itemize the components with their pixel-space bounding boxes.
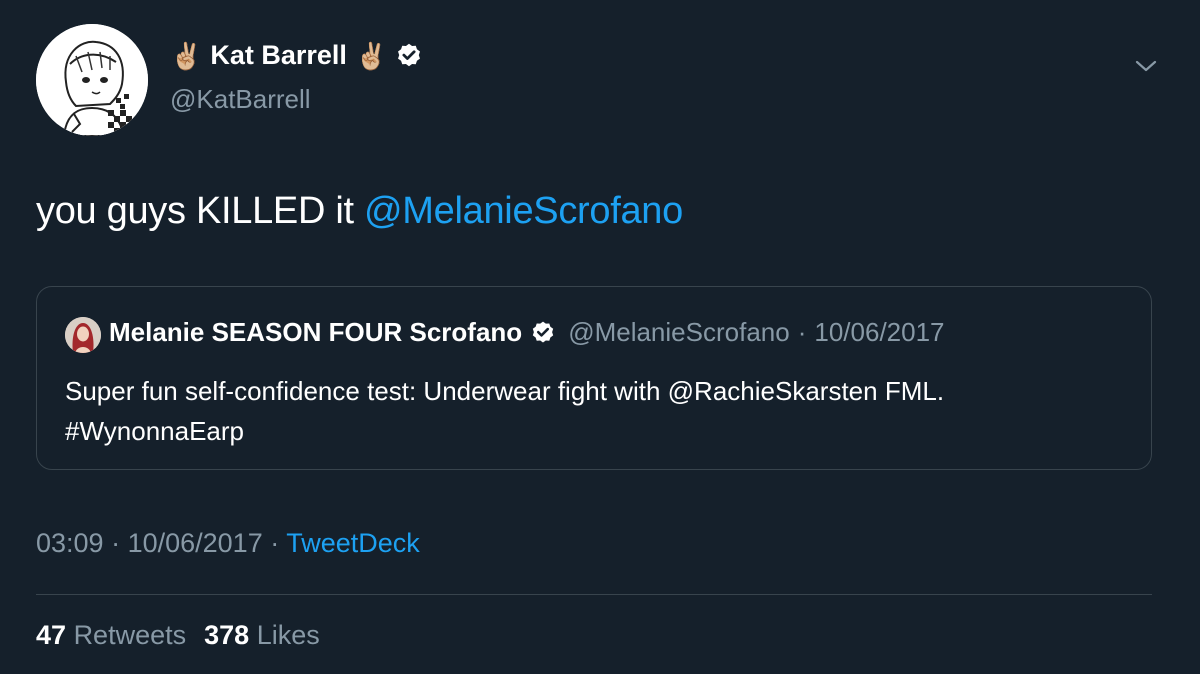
verified-badge-icon [530, 320, 556, 346]
tweet-mention-link[interactable]: @MelanieScrofano [364, 190, 683, 232]
quoted-hashtag-link[interactable]: #WynonnaEarp [65, 416, 244, 446]
likes-stat[interactable]: 378 Likes [204, 620, 320, 650]
author-avatar[interactable] [36, 24, 148, 136]
divider [36, 594, 1152, 595]
tweet-text-body: you guys KILLED it [36, 190, 365, 232]
tweet-meta: 03:09 · 10/06/2017 · TweetDeck [36, 528, 420, 559]
retweets-label: Retweets [73, 620, 187, 650]
quoted-separator: · [797, 317, 807, 347]
quoted-date: 10/06/2017 [814, 317, 945, 347]
retweets-count: 47 [36, 620, 67, 650]
quoted-tweet-header: Melanie SEASON FOUR Scrofano @MelanieScr… [109, 317, 945, 348]
chevron-down-icon[interactable] [1132, 56, 1160, 76]
tweet-text: you guys KILLED it @MelanieScrofano [36, 190, 683, 233]
likes-label: Likes [256, 620, 320, 650]
quoted-author-handle[interactable]: @MelanieScrofano [568, 317, 790, 348]
tweet-source-link[interactable]: TweetDeck [286, 528, 420, 558]
victory-hand-emoji-icon: ✌🏼 [354, 40, 388, 71]
quoted-author-avatar [65, 317, 101, 353]
likes-count: 378 [204, 620, 250, 650]
victory-hand-emoji-icon: ✌🏼 [170, 40, 203, 71]
quoted-mention-link[interactable]: @RachieSkarsten [668, 376, 878, 406]
quoted-tweet-text: Super fun self-confidence test: Underwea… [65, 371, 1135, 451]
meta-separator: · [262, 528, 287, 558]
author-display-name[interactable]: Kat Barrell [210, 40, 347, 71]
tweet-time[interactable]: 03:09 [36, 528, 104, 558]
retweets-stat[interactable]: 47 Retweets [36, 620, 186, 650]
quoted-tweet-card[interactable]: Melanie SEASON FOUR Scrofano @MelanieScr… [36, 286, 1152, 470]
quoted-body-prefix: Super fun self-confidence test: Underwea… [65, 376, 668, 406]
author-handle[interactable]: @KatBarrell [170, 84, 311, 115]
quoted-body-suffix: FML. [877, 376, 945, 406]
tweet-date[interactable]: 10/06/2017 [128, 528, 263, 558]
verified-badge-icon [395, 42, 423, 70]
author-name-row[interactable]: ✌🏼 Kat Barrell ✌🏼 [170, 40, 423, 71]
meta-separator: · [103, 528, 128, 558]
tweet-stats: 47 Retweets 378 Likes [36, 620, 338, 651]
quoted-author-name[interactable]: Melanie SEASON FOUR Scrofano [109, 317, 522, 348]
